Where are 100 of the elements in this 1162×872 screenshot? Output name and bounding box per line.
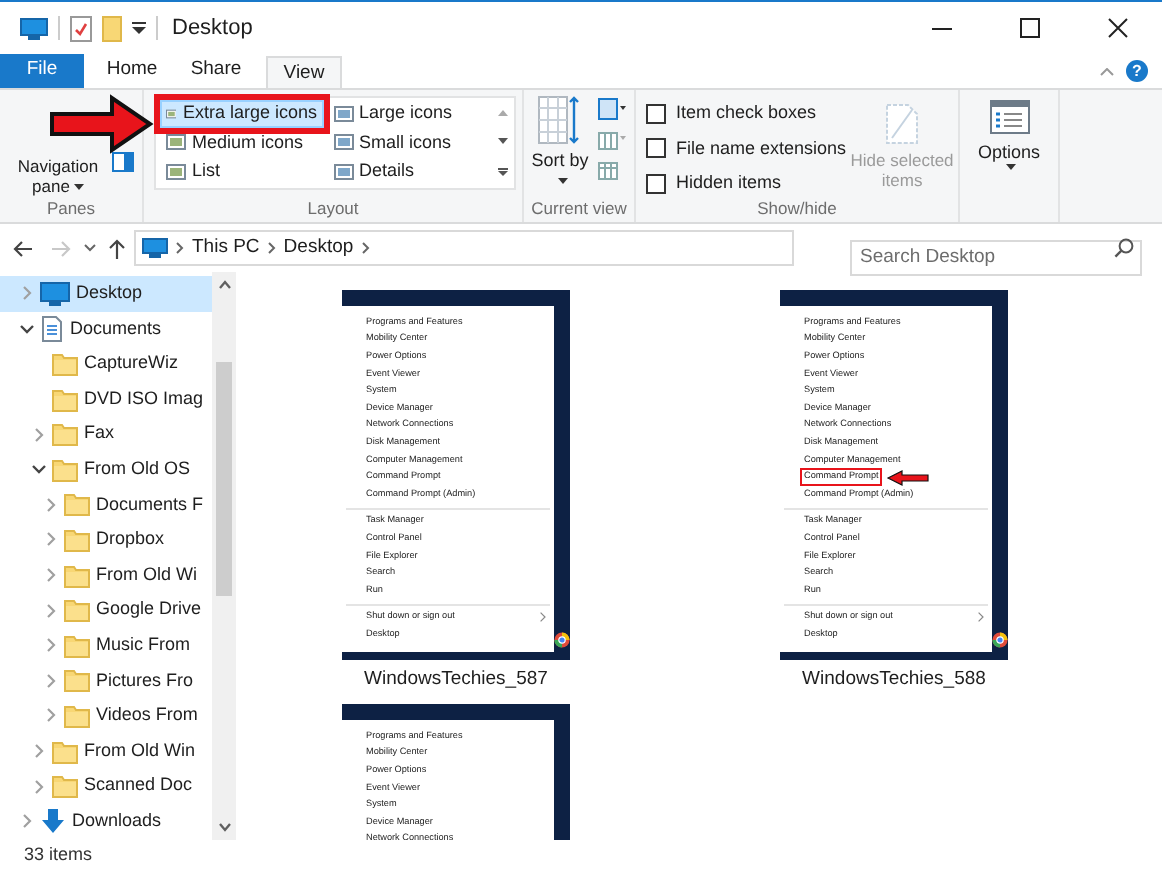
chevron-right-icon[interactable]	[44, 568, 58, 583]
scroll-up-icon[interactable]	[497, 109, 507, 116]
chevron-right-icon[interactable]	[44, 603, 58, 618]
up-arrow-icon[interactable]	[108, 237, 126, 259]
checkbox-label[interactable]: Hidden items	[676, 170, 782, 197]
circle-logo-icon	[992, 631, 1008, 648]
monitor-icon	[40, 281, 70, 306]
chevron-right-icon[interactable]	[44, 638, 58, 653]
scrollbar-thumb[interactable]	[216, 362, 232, 596]
collapse-ribbon-icon[interactable]	[1100, 67, 1114, 75]
search-field[interactable]: Search Desktop	[850, 239, 1142, 275]
scroll-up-icon[interactable]	[217, 280, 231, 290]
chevron-right-icon[interactable]	[44, 497, 58, 512]
chevron-right-icon[interactable]	[32, 744, 46, 759]
group-label: Layout	[305, 196, 361, 222]
tree-item[interactable]: Documents F	[0, 487, 212, 523]
close-icon[interactable]	[1108, 18, 1128, 38]
options-list-icon	[989, 100, 1029, 134]
chevron-down-icon[interactable]	[20, 321, 34, 336]
chevron-down-icon[interactable]	[32, 462, 46, 477]
tree-item[interactable]: Videos From	[0, 698, 212, 734]
sort-grid-icon	[538, 96, 582, 144]
help-button[interactable]: ?	[1126, 60, 1148, 82]
preview-pane-icon[interactable]	[112, 152, 134, 172]
tree-item[interactable]: From Old OS	[0, 451, 212, 488]
monitor-icon	[20, 17, 48, 39]
address-bar[interactable]: This PC Desktop	[134, 230, 794, 266]
dropdown-icon[interactable]	[132, 22, 146, 34]
add-columns-icon[interactable]	[598, 128, 626, 150]
chevron-right-icon[interactable]	[44, 532, 58, 547]
checkbox-label[interactable]: File name extensions	[676, 135, 847, 162]
navigation-pane-button[interactable]: Navigation pane	[6, 156, 110, 196]
minimize-icon[interactable]	[932, 27, 952, 29]
expand-gallery-icon[interactable]	[497, 168, 507, 177]
chevron-icon	[267, 242, 276, 254]
layout-option[interactable]: List	[160, 157, 323, 186]
breadcrumb-item[interactable]: Desktop	[283, 233, 354, 263]
tree-item[interactable]: Google Drive	[0, 592, 212, 628]
chevron-right-icon[interactable]	[20, 814, 34, 829]
tree-item[interactable]: Downloads	[0, 803, 212, 839]
checkbox[interactable]	[646, 173, 666, 194]
size-columns-icon[interactable]	[598, 158, 618, 180]
back-arrow-icon[interactable]	[12, 239, 34, 257]
sort-by-button[interactable]: Sort by	[530, 96, 590, 196]
layout-option[interactable]: Small icons	[327, 128, 490, 158]
layout-option[interactable]: Details	[327, 157, 490, 186]
layout-option[interactable]: Large icons	[327, 100, 490, 129]
scroll-down-icon[interactable]	[217, 822, 231, 832]
folder-icon	[52, 422, 78, 447]
file-name[interactable]: WindowsTechies_588	[802, 665, 986, 694]
file-name[interactable]: WindowsTechies_587	[364, 665, 548, 694]
checkbox[interactable]	[646, 103, 666, 124]
chevron-right-icon[interactable]	[44, 673, 58, 688]
layout-option[interactable]: Medium icons	[160, 128, 323, 158]
tree-item[interactable]: Scanned Doc	[0, 768, 212, 804]
caret-icon	[73, 184, 84, 191]
tree-item[interactable]: Fax	[0, 416, 212, 452]
pointer-arrow-icon	[886, 469, 931, 486]
tree-item[interactable]: From Old Wi	[0, 557, 212, 593]
circle-logo-icon	[554, 631, 570, 648]
group-label: Show/hide	[755, 196, 839, 222]
tree-item[interactable]: Dropbox	[0, 522, 212, 558]
ribbon-tab[interactable]: Home	[94, 54, 170, 88]
chevron-right-icon[interactable]	[44, 708, 58, 723]
checkbox[interactable]	[646, 138, 666, 159]
tree-item[interactable]: CaptureWiz	[0, 346, 212, 382]
tree-item[interactable]: Desktop	[0, 276, 212, 312]
folder-icon	[64, 633, 90, 658]
folder-icon	[64, 492, 90, 517]
scroll-down-icon[interactable]	[497, 138, 507, 145]
scrollbar[interactable]	[212, 272, 236, 840]
tree-item[interactable]: DVD ISO Imag	[0, 381, 212, 417]
options-button[interactable]: Options	[977, 100, 1041, 222]
folder-icon	[64, 563, 90, 588]
chevron-right-icon[interactable]	[32, 427, 46, 442]
checkbox-label[interactable]: Item check boxes	[676, 100, 817, 127]
pointer-arrow-icon	[50, 94, 154, 154]
breadcrumb-item[interactable]: This PC	[192, 233, 260, 263]
group-label: Panes	[44, 196, 98, 222]
tree-item[interactable]: Music From	[0, 627, 212, 664]
ribbon-tab[interactable]: Share	[178, 54, 254, 88]
tree-item[interactable]: From Old Win	[0, 733, 212, 769]
folder-icon	[52, 387, 78, 412]
maximize-icon[interactable]	[1020, 18, 1040, 38]
chevron-icon	[361, 242, 370, 254]
folder-icon	[52, 774, 78, 799]
group-by-icon[interactable]	[598, 98, 626, 120]
checklist-icon[interactable]	[70, 15, 92, 41]
window-title: Desktop	[172, 13, 253, 44]
item-count: 33 items	[24, 842, 93, 869]
chevron-right-icon[interactable]	[32, 779, 46, 794]
search-icon[interactable]	[1114, 238, 1134, 258]
folder-icon	[52, 739, 78, 764]
tree-item[interactable]: Documents	[0, 311, 212, 347]
recent-locations-icon[interactable]	[84, 244, 96, 252]
ribbon-tab[interactable]: View	[266, 56, 342, 90]
submenu-chevron-icon	[540, 612, 546, 623]
tree-item[interactable]: Pictures Fro	[0, 663, 212, 699]
folder-icon	[64, 598, 90, 623]
ribbon-tab[interactable]: File	[0, 54, 84, 88]
